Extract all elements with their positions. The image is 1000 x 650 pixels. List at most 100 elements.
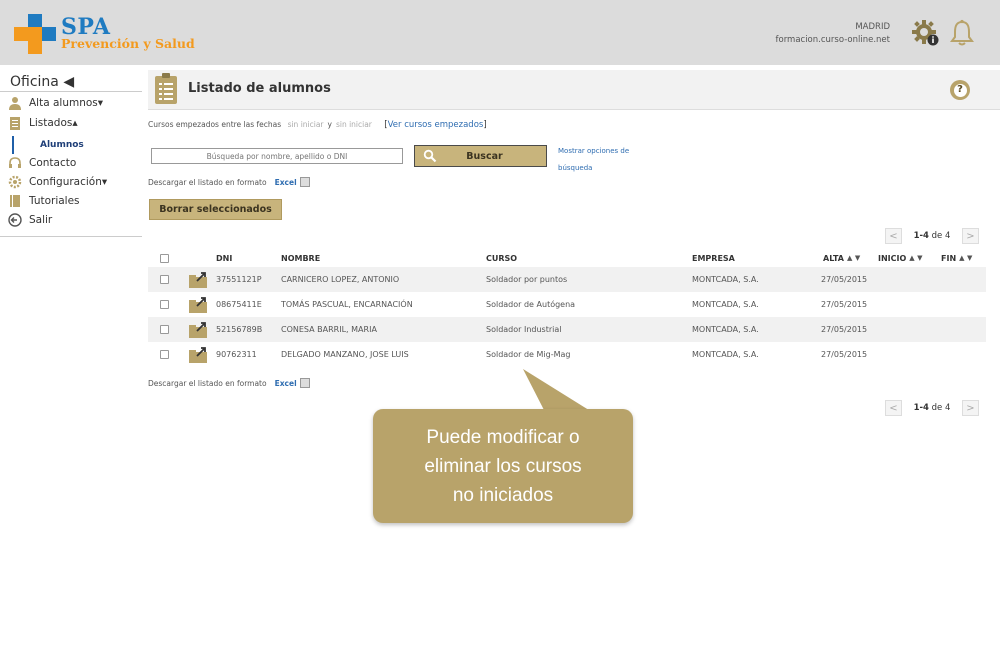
sidebar: Oficina ◀ Alta alumnos▾ Listados▴ Alumno… [0, 65, 142, 237]
search-icon [423, 149, 437, 163]
excel-download-link[interactable]: Excel [275, 379, 297, 388]
book-icon [10, 195, 20, 207]
col-alta[interactable]: ALTA ▲ ▼ [823, 249, 860, 267]
row-checkbox[interactable] [160, 275, 169, 284]
sidebar-title[interactable]: Oficina ◀ [10, 74, 74, 90]
download-label: Descargar el listado en formato [148, 177, 267, 187]
download-line-top: Descargar el listado en formato Excel [148, 177, 310, 187]
edit-folder-icon[interactable] [188, 346, 208, 364]
logo-subtitle: Prevención y Salud [61, 36, 195, 51]
col-nombre: NOMBRE [281, 253, 321, 263]
pager-range: 1-4 [913, 231, 929, 241]
table-row: 37551121P CARNICERO LOPEZ, ANTONIO Solda… [148, 267, 986, 292]
sidebar-divider [0, 91, 142, 92]
callout-line: Puede modificar o [426, 427, 580, 448]
table-row: 90762311 DELGADO MANZANO, JOSE LUIS Sold… [148, 342, 986, 367]
date-filter-line: Cursos empezados entre las fechas sin in… [148, 120, 487, 130]
prev-page-icon[interactable]: < [885, 400, 902, 416]
table-header-row: DNI NOMBRE CURSO EMPRESA ALTA ▲ ▼ INICIO ▲… [148, 249, 986, 267]
cell-dni: 08675411E [216, 300, 262, 309]
cell-nombre: CONESA BARRIL, MARIA [281, 325, 377, 334]
notifications-bell-icon[interactable] [950, 19, 974, 47]
sidebar-item-label: Salir [29, 214, 53, 226]
cell-nombre: DELGADO MANZANO, JOSE LUIS [281, 350, 409, 359]
cell-dni: 90762311 [216, 350, 257, 359]
pager-total: 4 [944, 403, 951, 413]
settings-gear-icon[interactable] [912, 19, 940, 47]
filter-joiner: y [327, 120, 332, 129]
excel-file-icon[interactable] [299, 177, 310, 187]
excel-file-icon[interactable] [299, 378, 310, 388]
sidebar-item-label: Alta alumnos▾ [29, 97, 104, 109]
pager-range: 1-4 [913, 403, 929, 413]
row-checkbox[interactable] [160, 350, 169, 359]
gear-icon [8, 175, 22, 189]
select-all-checkbox[interactable] [160, 253, 169, 263]
page-header: Listado de alumnos ? [148, 70, 1000, 110]
delete-selected-button[interactable]: Borrar seleccionados [149, 199, 282, 220]
edit-folder-icon[interactable] [188, 271, 208, 289]
download-label: Descargar el listado en formato [148, 378, 267, 388]
help-icon[interactable]: ? [950, 80, 970, 100]
edit-folder-icon[interactable] [188, 296, 208, 314]
sidebar-item-listados[interactable]: Listados▴ [8, 114, 78, 132]
sort-inicio-icon[interactable]: ▲ ▼ [909, 254, 922, 262]
page-title: Listado de alumnos [188, 81, 331, 96]
list-icon [10, 117, 20, 130]
col-dni: DNI [216, 253, 233, 263]
exit-icon [8, 213, 22, 227]
excel-download-link[interactable]: Excel [275, 178, 297, 187]
next-page-icon[interactable]: > [962, 228, 979, 244]
download-line-bottom: Descargar el listado en formato Excel [148, 378, 310, 388]
sidebar-item-label: Listados▴ [29, 117, 78, 129]
pager-total: 4 [944, 231, 951, 241]
cell-dni: 37551121P [216, 275, 262, 284]
sidebar-item-contacto[interactable]: Contacto [8, 154, 76, 172]
headset-icon [9, 157, 21, 168]
sidebar-item-alumnos[interactable]: Alumnos [12, 136, 84, 154]
cell-empresa: MONTCADA, S.A. [692, 325, 759, 334]
cell-nombre: CARNICERO LOPEZ, ANTONIO [281, 275, 400, 284]
header-site: formacion.curso-online.net [775, 35, 891, 45]
edit-folder-icon[interactable] [188, 321, 208, 339]
search-button[interactable]: Buscar [414, 145, 547, 167]
header-city: MADRID [855, 22, 890, 32]
col-inicio[interactable]: INICIO ▲ ▼ [878, 249, 923, 267]
cell-empresa: MONTCADA, S.A. [692, 275, 759, 284]
cell-alta: 27/05/2015 [821, 300, 868, 309]
search-input[interactable] [151, 148, 403, 164]
sidebar-item-label: Contacto [29, 157, 77, 169]
col-empresa: EMPRESA [692, 253, 735, 263]
cell-alta: 27/05/2015 [821, 325, 868, 334]
filter-prefix: Cursos empezados entre las fechas [148, 120, 282, 129]
sort-fin-icon[interactable]: ▲ ▼ [959, 254, 972, 262]
row-checkbox[interactable] [160, 300, 169, 309]
clipboard-list-icon [155, 73, 177, 104]
cell-alta: 27/05/2015 [821, 350, 868, 359]
sidebar-item-configuracion[interactable]: Configuración▾ [8, 173, 107, 191]
logo-cross-icon [14, 14, 56, 54]
cell-alta: 27/05/2015 [821, 275, 868, 284]
brand-logo[interactable]: SPA Prevención y Salud [14, 14, 204, 54]
cell-curso: Soldador de Autógena [486, 300, 576, 309]
cell-empresa: MONTCADA, S.A. [692, 350, 759, 359]
filter-from[interactable]: sin iniciar [288, 120, 324, 129]
ver-cursos-empezados-link[interactable]: [Ver cursos empezados] [384, 120, 486, 130]
sidebar-item-salir[interactable]: Salir [8, 211, 52, 229]
sidebar-item-label: Configuración▾ [29, 176, 108, 188]
table-row: 08675411E TOMÁS PASCUAL, ENCARNACIÓN Sol… [148, 292, 986, 317]
sidebar-item-tutoriales[interactable]: Tutoriales [8, 192, 80, 210]
students-table: DNI NOMBRE CURSO EMPRESA ALTA ▲ ▼ INICIO ▲… [148, 249, 986, 367]
next-page-icon[interactable]: > [962, 400, 979, 416]
user-icon [9, 97, 21, 110]
sidebar-item-alta-alumnos[interactable]: Alta alumnos▾ [8, 94, 103, 112]
sort-alta-icon[interactable]: ▲ ▼ [847, 254, 860, 262]
prev-page-icon[interactable]: < [885, 228, 902, 244]
row-checkbox[interactable] [160, 325, 169, 334]
col-fin[interactable]: FIN ▲ ▼ [941, 249, 972, 267]
cell-empresa: MONTCADA, S.A. [692, 300, 759, 309]
cell-curso: Soldador de Mig-Mag [486, 350, 571, 359]
more-search-options-link[interactable]: Mostrar opciones de búsqueda [558, 143, 638, 177]
tooltip-callout: Puede modificar o eliminar los cursos no… [373, 409, 633, 523]
filter-to[interactable]: sin iniciar [336, 120, 372, 129]
